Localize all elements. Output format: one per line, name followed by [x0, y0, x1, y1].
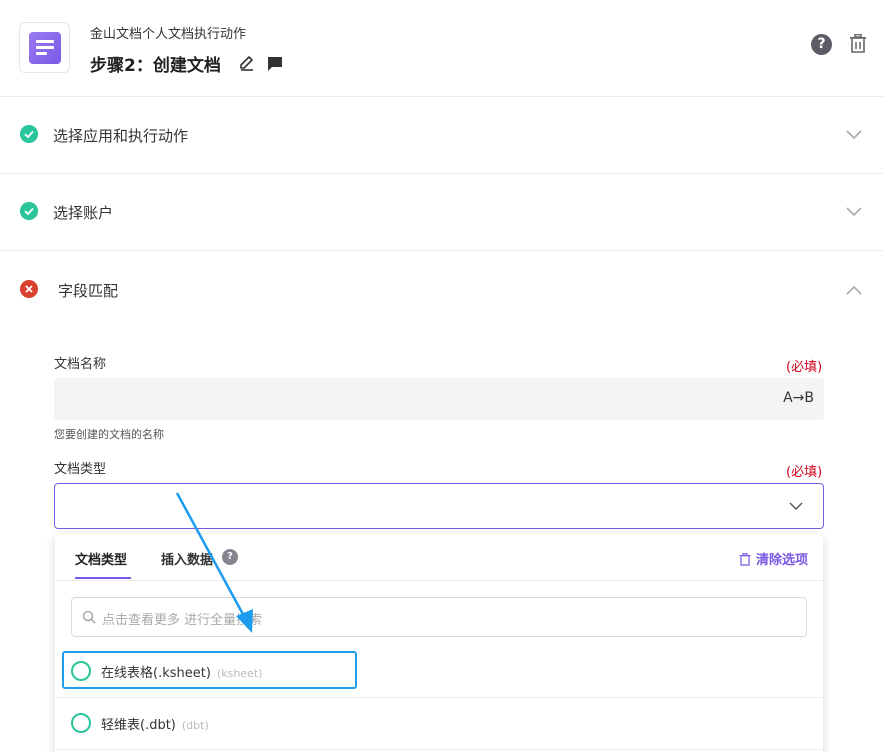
trash-icon — [739, 553, 751, 566]
app-action-name: 金山文档个人文档执行动作 — [90, 27, 247, 42]
annotation-highlight-box — [62, 651, 357, 689]
option-dbt[interactable]: 轻维表(.dbt) (dbt) — [55, 698, 823, 750]
tab-doc-type[interactable]: 文档类型 — [75, 549, 127, 568]
doc-type-dropdown: 文档类型 插入数据 ? 清除选项 点击查看更多 进行全量搜索 在线表格(.ksh… — [55, 534, 823, 752]
section-label: 选择账户 — [53, 204, 114, 222]
chevron-down-icon[interactable] — [845, 129, 863, 141]
section-field-mapping-label[interactable]: 字段匹配 — [58, 280, 118, 301]
tab-insert-data[interactable]: 插入数据 — [161, 549, 213, 568]
required-mark: (必填) — [786, 360, 823, 375]
active-tab-indicator — [75, 577, 131, 579]
chevron-down-icon[interactable] — [845, 206, 863, 218]
delete-icon[interactable] — [849, 34, 867, 54]
check-circle-icon — [20, 125, 38, 143]
step-title: 步骤2：创建文档 — [90, 56, 221, 76]
error-circle-icon — [20, 280, 38, 298]
edit-icon[interactable] — [238, 54, 256, 72]
comment-icon[interactable] — [266, 55, 284, 73]
chevron-down-icon[interactable] — [789, 502, 803, 511]
insert-variable-toggle[interactable]: A→B — [783, 390, 814, 406]
kdocs-logo-icon — [29, 32, 61, 64]
option-name: 轻维表(.dbt) — [101, 718, 176, 733]
clear-options-button[interactable]: 清除选项 — [739, 549, 808, 568]
help-icon[interactable]: ? — [811, 34, 832, 55]
required-mark: (必填) — [786, 465, 823, 480]
doc-name-label: 文档名称 — [54, 357, 107, 372]
check-circle-icon — [20, 202, 38, 220]
section-label: 选择应用和执行动作 — [53, 127, 189, 145]
search-placeholder: 点击查看更多 进行全量搜索 — [102, 613, 263, 628]
chevron-up-icon[interactable] — [845, 284, 863, 296]
radio-button[interactable] — [71, 713, 91, 733]
search-icon — [82, 610, 96, 624]
clear-options-label: 清除选项 — [756, 553, 809, 568]
search-input[interactable]: 点击查看更多 进行全量搜索 — [71, 597, 807, 637]
section-select-app[interactable]: 选择应用和执行动作 — [0, 97, 883, 174]
option-sub: (dbt) — [181, 719, 209, 732]
doc-name-input[interactable]: A→B — [54, 378, 824, 420]
section-select-account[interactable]: 选择账户 — [0, 174, 883, 251]
doc-type-label: 文档类型 — [54, 462, 107, 477]
app-icon — [19, 22, 70, 73]
step-header: 金山文档个人文档执行动作 步骤2：创建文档 ? — [0, 0, 883, 97]
help-icon[interactable]: ? — [222, 549, 238, 565]
doc-type-select[interactable] — [54, 483, 824, 529]
doc-name-help: 您要创建的文档的名称 — [54, 428, 164, 441]
dropdown-tabs: 文档类型 插入数据 ? 清除选项 — [55, 534, 823, 581]
